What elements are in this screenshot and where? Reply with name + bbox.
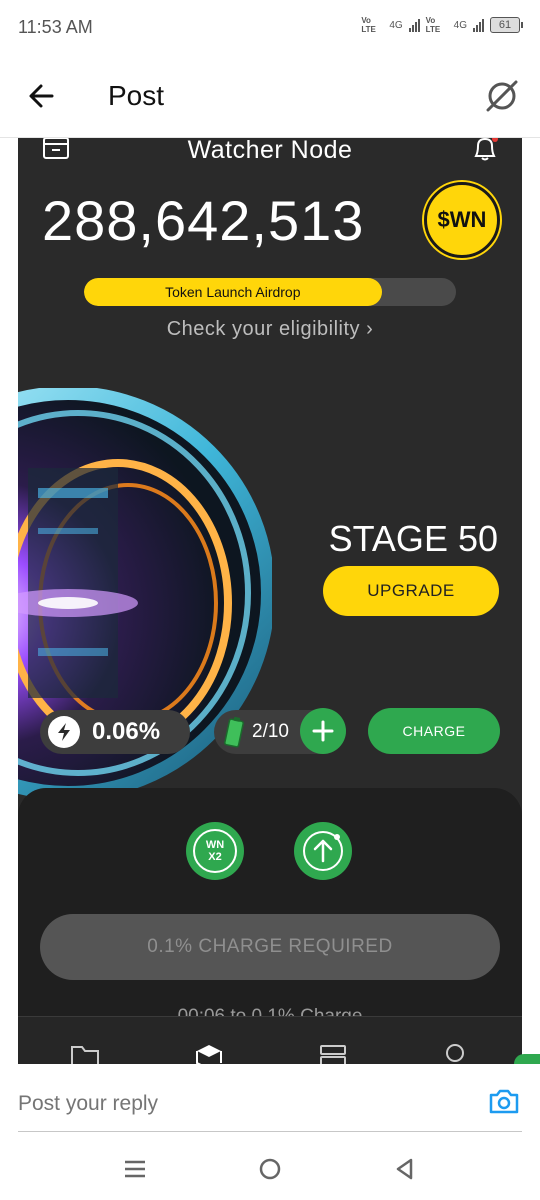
page-title: Post xyxy=(108,80,165,111)
arrow-left-icon xyxy=(29,84,54,108)
status-indicators: Vo LTE 4G Vo LTE 4G 61 xyxy=(361,16,523,34)
plus-icon xyxy=(312,720,334,742)
battery-icon: 61 xyxy=(490,17,523,33)
airdrop-label: Token Launch Airdrop xyxy=(165,284,301,300)
charge-button[interactable]: CHARGE xyxy=(368,708,500,754)
profile-icon[interactable] xyxy=(440,1043,470,1064)
sim1-network: 4G xyxy=(389,19,403,31)
signal-icon xyxy=(473,18,484,32)
app-header: Post xyxy=(0,56,540,138)
divider xyxy=(18,1131,522,1132)
lightning-icon xyxy=(48,716,80,748)
airdrop-progress-bar[interactable]: Token Launch Airdrop xyxy=(84,278,456,306)
charge-required-button[interactable]: 0.1% CHARGE REQUIRED xyxy=(40,914,500,980)
token-badge: $WN xyxy=(424,182,500,258)
home-icon[interactable] xyxy=(257,1156,283,1182)
speed-indicator: 0.06% xyxy=(40,710,190,754)
status-bar: 11:53 AM Vo LTE 4G Vo LTE 4G 61 xyxy=(0,0,540,56)
camera-button[interactable] xyxy=(488,1086,520,1116)
grok-icon xyxy=(486,80,518,112)
post-image[interactable]: Watcher Node 288,642,513 $WN Token Launc… xyxy=(18,138,522,1064)
boost-x2-button[interactable]: WN X2 xyxy=(186,822,244,880)
menu-icon[interactable] xyxy=(122,1156,148,1182)
token-balance: 288,642,513 xyxy=(42,189,365,252)
app-title: Watcher Node xyxy=(187,138,353,164)
back-button[interactable] xyxy=(24,78,60,114)
boost-x2-icon: WN X2 xyxy=(193,829,237,873)
bell-icon[interactable] xyxy=(470,138,500,162)
camera-icon xyxy=(489,1089,519,1114)
reply-bar xyxy=(0,1064,540,1134)
arrow-up-circle-icon xyxy=(303,831,343,871)
signal-icon xyxy=(408,18,420,32)
reply-input[interactable] xyxy=(18,1092,289,1116)
folder-icon[interactable] xyxy=(70,1043,100,1064)
add-battery-button[interactable] xyxy=(300,708,346,754)
cube-icon[interactable] xyxy=(194,1043,224,1064)
eligibility-link[interactable]: Check your eligibility › xyxy=(18,318,522,341)
server-icon[interactable] xyxy=(318,1043,348,1064)
app-bottom-nav xyxy=(18,1016,522,1064)
status-time: 11:53 AM xyxy=(18,17,93,37)
battery-green-icon xyxy=(224,716,244,748)
sim1-indicator: Vo LTE xyxy=(361,16,376,34)
back-triangle-icon[interactable] xyxy=(392,1156,418,1182)
system-nav-bar xyxy=(0,1134,540,1200)
sim2-indicator: Vo LTE xyxy=(425,16,441,34)
speed-value: 0.06% xyxy=(92,718,161,745)
boost-up-button[interactable] xyxy=(294,822,352,880)
upgrade-button[interactable]: UPGRADE xyxy=(323,566,499,616)
battery-count: 2/10 xyxy=(252,721,289,742)
sim2-network: 4G xyxy=(453,19,467,31)
grok-button[interactable] xyxy=(482,76,522,116)
stage-label: STAGE 50 xyxy=(328,518,498,559)
